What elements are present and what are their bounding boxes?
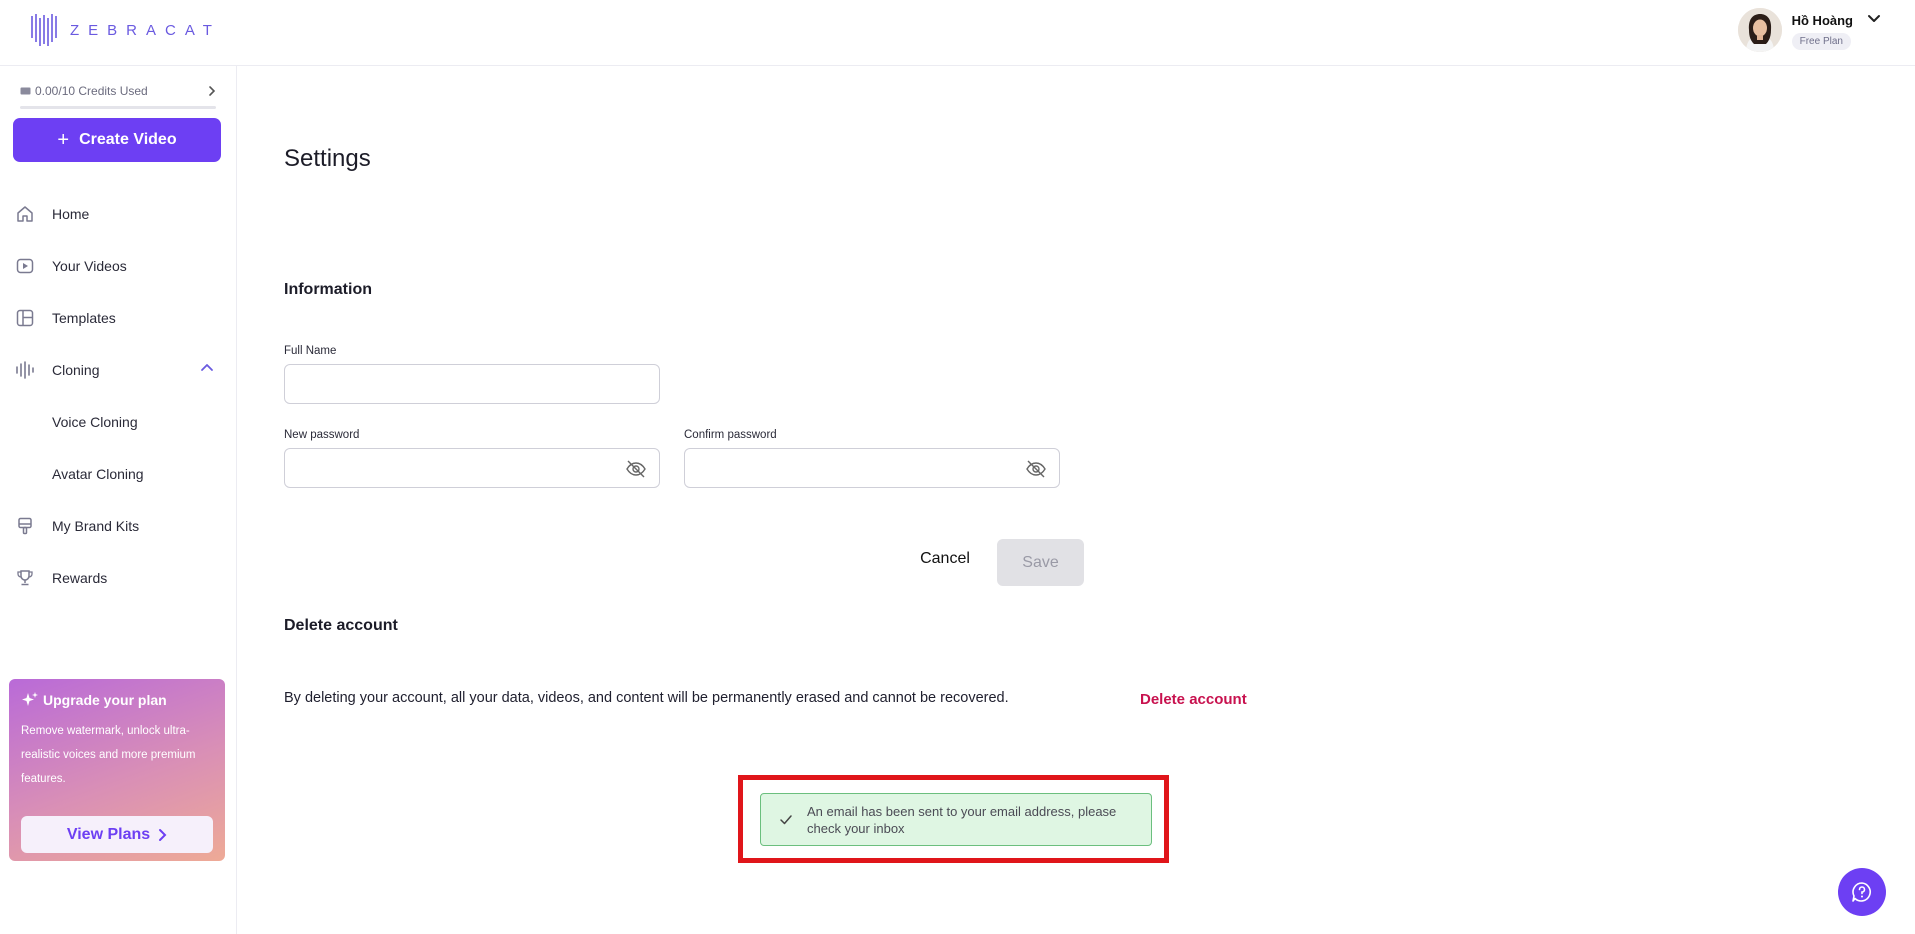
sidebar-item-templates[interactable]: Templates <box>0 292 236 344</box>
home-icon <box>15 204 35 224</box>
upgrade-description: Remove watermark, unlock ultra-realistic… <box>21 725 196 785</box>
credits-label: 0.00/10 Credits Used <box>35 84 148 98</box>
help-icon <box>1852 882 1871 902</box>
zebracat-logo[interactable]: ZEBRACAT <box>30 12 221 48</box>
sidebar-item-rewards[interactable]: Rewards <box>0 552 236 604</box>
information-section-title: Information <box>284 281 372 298</box>
page-title: Settings <box>284 145 371 172</box>
cancel-button[interactable]: Cancel <box>910 539 980 579</box>
sidebar-item-cloning[interactable]: Cloning <box>0 344 236 396</box>
confirm-password-label: Confirm password <box>684 429 777 441</box>
confirm-password-input[interactable] <box>685 449 1059 487</box>
sidebar-item-label: Your Videos <box>52 258 127 274</box>
sparkle-icon <box>22 692 38 706</box>
full-name-label: Full Name <box>284 345 337 357</box>
upgrade-title: Upgrade your plan <box>43 692 167 708</box>
new-password-input[interactable] <box>285 449 659 487</box>
sidebar-item-avatar-cloning[interactable]: Avatar Cloning <box>0 448 236 500</box>
logo-icon <box>31 14 57 46</box>
confirm-password-field[interactable] <box>684 448 1060 488</box>
video-icon <box>15 256 35 276</box>
toast-message: An email has been sent to your email add… <box>807 803 1117 836</box>
eye-off-icon[interactable] <box>625 459 647 479</box>
delete-account-link[interactable]: Delete account <box>1140 691 1247 708</box>
new-password-label: New password <box>284 429 360 441</box>
chevron-down-icon[interactable] <box>1867 14 1881 24</box>
templates-icon <box>15 308 35 328</box>
view-plans-button[interactable]: View Plans <box>21 816 213 853</box>
sidebar-item-label: Cloning <box>52 362 100 378</box>
sidebar-item-label: Voice Cloning <box>52 414 138 430</box>
eye-off-icon[interactable] <box>1025 459 1047 479</box>
credits-progress-bar <box>20 106 216 109</box>
brush-icon <box>15 516 35 536</box>
sidebar-item-your-videos[interactable]: Your Videos <box>0 240 236 292</box>
delete-description: By deleting your account, all your data,… <box>284 690 1009 706</box>
sidebar-item-label: Rewards <box>52 570 108 586</box>
logo-text: ZEBRACAT <box>70 21 221 39</box>
success-toast: An email has been sent to your email add… <box>760 793 1152 846</box>
avatar[interactable] <box>1737 8 1782 52</box>
user-name: Hồ Hoàng <box>1791 13 1853 28</box>
chevron-right-icon[interactable] <box>208 85 216 97</box>
check-icon <box>780 814 792 824</box>
plus-icon: + <box>57 128 70 151</box>
sidebar-item-brand-kits[interactable]: My Brand Kits <box>0 500 236 552</box>
new-password-field[interactable] <box>284 448 660 488</box>
delete-section-title: Delete account <box>284 617 398 634</box>
sidebar-item-label: Home <box>52 206 90 222</box>
plan-badge: Free Plan <box>1791 33 1851 50</box>
sidebar-item-label: Avatar Cloning <box>52 466 144 482</box>
help-button[interactable] <box>1838 868 1886 916</box>
sidebar-nav: Home Your Videos Templates Cloning Voice… <box>0 188 236 604</box>
user-menu[interactable]: Hồ Hoàng Free Plan <box>1737 8 1881 52</box>
sidebar: 0.00/10 Credits Used + Create Video Home… <box>0 66 237 934</box>
chevron-right-icon <box>159 828 167 841</box>
sidebar-item-label: Templates <box>52 310 116 326</box>
create-video-button[interactable]: + Create Video <box>13 118 221 162</box>
save-button[interactable]: Save <box>997 539 1084 586</box>
sidebar-item-voice-cloning[interactable]: Voice Cloning <box>0 396 236 448</box>
waveform-icon <box>15 360 35 380</box>
top-bar: ZEBRACAT Hồ Hoàng Free Plan <box>0 0 1915 66</box>
trophy-icon <box>15 568 35 588</box>
full-name-field[interactable] <box>284 364 660 404</box>
full-name-input[interactable] <box>285 365 659 403</box>
credits-row[interactable]: 0.00/10 Credits Used <box>20 84 216 98</box>
chevron-up-icon[interactable] <box>200 362 214 372</box>
sidebar-item-label: My Brand Kits <box>52 518 140 534</box>
ticket-icon <box>20 87 31 95</box>
sidebar-item-home[interactable]: Home <box>0 188 236 240</box>
upgrade-card: Upgrade your plan Remove watermark, unlo… <box>9 679 225 861</box>
